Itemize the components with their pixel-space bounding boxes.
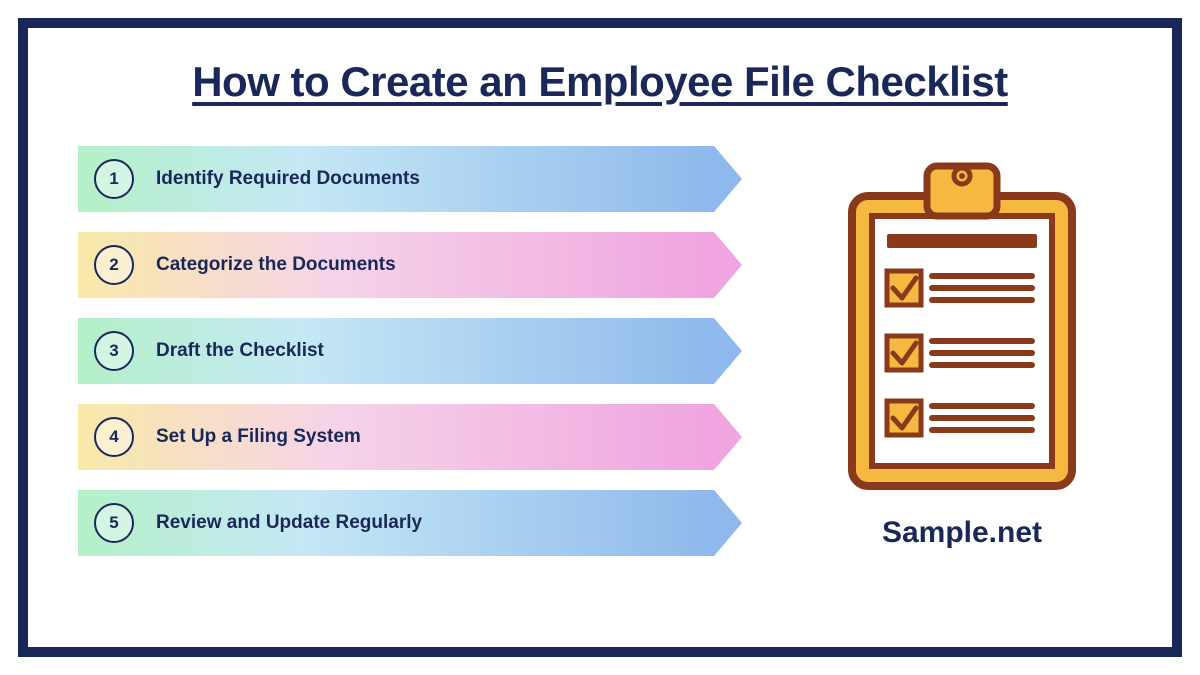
page-title: How to Create an Employee File Checklist — [78, 58, 1122, 106]
step-item: 1 Identify Required Documents — [78, 146, 742, 212]
step-number: 5 — [109, 513, 118, 533]
side-panel: Sample.net — [802, 146, 1122, 550]
step-item: 4 Set Up a Filing System — [78, 404, 742, 470]
step-label: Draft the Checklist — [156, 340, 324, 362]
step-number: 4 — [109, 427, 118, 447]
arrow-tip-icon — [714, 404, 742, 470]
step-number-circle: 4 — [94, 417, 134, 457]
step-number: 3 — [109, 341, 118, 361]
step-arrow-body: 4 Set Up a Filing System — [78, 404, 714, 470]
step-number: 1 — [109, 169, 118, 189]
step-number-circle: 5 — [94, 503, 134, 543]
step-arrow-body: 1 Identify Required Documents — [78, 146, 714, 212]
arrow-tip-icon — [714, 490, 742, 556]
content-row: 1 Identify Required Documents 2 Categori… — [78, 146, 1122, 556]
step-number-circle: 2 — [94, 245, 134, 285]
clipboard-icon — [832, 156, 1092, 496]
steps-list: 1 Identify Required Documents 2 Categori… — [78, 146, 742, 556]
brand-label: Sample.net — [882, 516, 1042, 550]
infographic-frame: How to Create an Employee File Checklist… — [18, 18, 1182, 657]
step-number-circle: 3 — [94, 331, 134, 371]
step-arrow-body: 2 Categorize the Documents — [78, 232, 714, 298]
arrow-tip-icon — [714, 318, 742, 384]
arrow-tip-icon — [714, 232, 742, 298]
step-label: Review and Update Regularly — [156, 512, 422, 534]
step-arrow-body: 5 Review and Update Regularly — [78, 490, 714, 556]
step-label: Identify Required Documents — [156, 168, 420, 190]
step-item: 2 Categorize the Documents — [78, 232, 742, 298]
arrow-tip-icon — [714, 146, 742, 212]
step-item: 3 Draft the Checklist — [78, 318, 742, 384]
step-number-circle: 1 — [94, 159, 134, 199]
step-label: Set Up a Filing System — [156, 426, 361, 448]
step-item: 5 Review and Update Regularly — [78, 490, 742, 556]
step-arrow-body: 3 Draft the Checklist — [78, 318, 714, 384]
step-number: 2 — [109, 255, 118, 275]
step-label: Categorize the Documents — [156, 254, 396, 276]
